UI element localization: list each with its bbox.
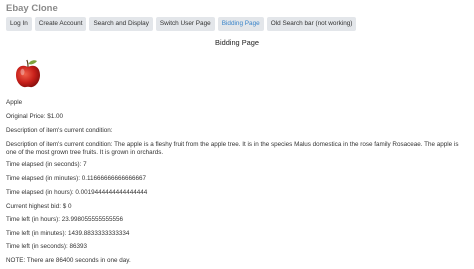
time-elapsed-seconds: Time elapsed (in seconds): 7 <box>6 161 87 168</box>
original-price: Original Price: $1.00 <box>6 113 64 120</box>
nav-bar: Log In Create Account Search and Display… <box>6 17 357 31</box>
app-brand: Ebay Clone <box>6 3 58 14</box>
time-left-hours: Time left (in hours): 23.998055555555556 <box>6 216 124 223</box>
nav-bidding-page-button[interactable]: Bidding Page <box>217 17 264 31</box>
seconds-note: NOTE: There are 86400 seconds in one day… <box>6 257 131 264</box>
nav-create-account-button[interactable]: Create Account <box>34 17 87 31</box>
nav-switch-user-button[interactable]: Switch User Page <box>155 17 215 31</box>
nav-old-search-button[interactable]: Old Search bar (not working) <box>266 17 357 31</box>
item-description: Description of item's current condition:… <box>6 141 459 157</box>
nav-log-in-button[interactable]: Log In <box>6 17 32 31</box>
time-left-seconds: Time left (in seconds): 86393 <box>6 243 87 250</box>
current-highest-bid: Current highest bid: $ 0 <box>6 203 72 210</box>
time-left-minutes: Time left (in minutes): 1439.88333333333… <box>6 230 130 237</box>
time-elapsed-hours: Time elapsed (in hours): 0.0019444444444… <box>6 189 148 196</box>
item-name: Apple <box>6 99 23 106</box>
nav-search-display-button[interactable]: Search and Display <box>89 17 153 31</box>
condition-label: Description of item's current condition: <box>6 127 113 134</box>
apple-icon <box>16 59 40 88</box>
page-title: Bidding Page <box>215 38 259 47</box>
time-elapsed-minutes: Time elapsed (in minutes): 0.11666666666… <box>6 175 147 182</box>
